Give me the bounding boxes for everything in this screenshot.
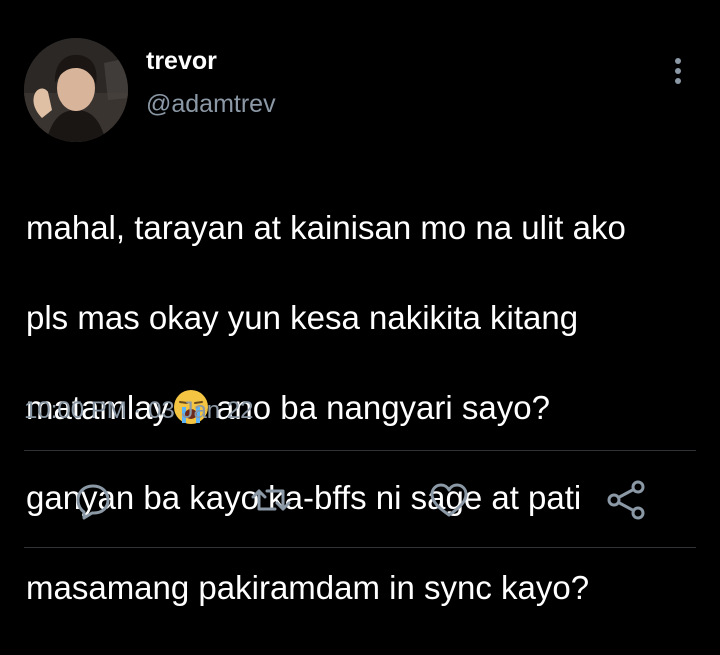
avatar[interactable] <box>24 38 128 142</box>
more-options-icon[interactable] <box>666 56 690 86</box>
tweet-line: pls mas okay yun kesa nakikita kitang <box>26 299 579 336</box>
meta-separator: · <box>133 397 142 424</box>
like-icon <box>430 483 468 517</box>
share-button[interactable] <box>605 478 649 522</box>
retweet-button[interactable] <box>249 478 293 522</box>
tweet-meta: 10:00 PM · 03 Jan 22 <box>24 397 254 425</box>
like-button[interactable] <box>427 478 471 522</box>
divider <box>24 450 696 451</box>
tweet-line-part: ano ba nangyari sayo? <box>216 389 550 426</box>
tweet-line: mahal, tarayan at kainisan mo na ulit ak… <box>26 209 626 246</box>
reply-button[interactable] <box>71 478 115 522</box>
share-icon <box>607 480 645 520</box>
action-bar <box>0 470 720 528</box>
reply-icon <box>76 484 110 520</box>
tweet-line: masamang pakiramdam in sync kayo? <box>26 569 590 606</box>
tweet-time[interactable]: 10:00 PM <box>24 397 127 424</box>
author-handle[interactable]: @adamtrev <box>146 90 276 119</box>
divider <box>24 547 696 548</box>
retweet-icon <box>251 489 291 511</box>
tweet-date[interactable]: 03 Jan 22 <box>148 397 253 424</box>
author-display-name[interactable]: trevor <box>146 47 217 76</box>
